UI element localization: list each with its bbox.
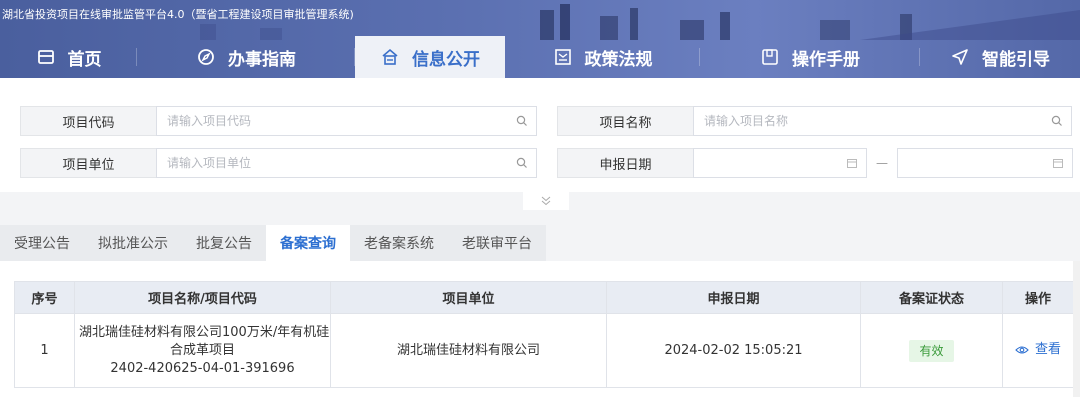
nav-label: 政策法规: [584, 49, 653, 70]
results-table: 序号 项目名称/项目代码 项目单位 申报日期 备案证状态 操作 1 湖北瑞佳硅材…: [14, 281, 1074, 388]
report-date-row: 申报日期 —: [557, 148, 1073, 178]
info-tabs: 受理公告 拟批准公示 批复公告 备案查询 老备案系统 老联审平台: [0, 225, 546, 261]
table-header-row: 序号 项目名称/项目代码 项目单位 申报日期 备案证状态 操作: [14, 281, 1074, 314]
project-name-field[interactable]: [693, 106, 1072, 136]
date-start-input[interactable]: [694, 149, 866, 177]
results-area: 序号 项目名称/项目代码 项目单位 申报日期 备案证状态 操作 1 湖北瑞佳硅材…: [0, 261, 1080, 397]
project-code: 2402-420625-04-01-391696: [110, 360, 295, 376]
col-project-name: 项目名称/项目代码: [74, 281, 331, 314]
view-label: 查看: [1034, 341, 1061, 357]
report-date-label: 申报日期: [557, 148, 693, 178]
tab-filing-query[interactable]: 备案查询: [266, 225, 350, 261]
project-unit-field[interactable]: [156, 148, 537, 178]
row-index: 1: [14, 313, 75, 388]
status-badge: 有效: [909, 339, 954, 362]
nav-policy[interactable]: 政策法规: [505, 36, 700, 78]
search-icon[interactable]: [1051, 115, 1063, 127]
nav-manual[interactable]: 操作手册: [700, 36, 920, 78]
project-code-label: 项目代码: [20, 106, 156, 136]
header-banner: 湖北省投资项目在线审批监管平台4.0（暨省工程建设项目审批管理系统) 首页 办事…: [0, 0, 1080, 78]
tab-old-filing-system[interactable]: 老备案系统: [350, 225, 448, 261]
col-filing-status: 备案证状态: [860, 281, 1003, 314]
expand-toggle[interactable]: [523, 192, 569, 210]
project-name-row: 项目名称: [557, 106, 1072, 136]
tab-old-joint-review[interactable]: 老联审平台: [448, 225, 546, 261]
eye-icon: [1015, 345, 1029, 354]
nav-label: 操作手册: [792, 49, 860, 70]
nav-label: 首页: [67, 49, 102, 70]
row-report-date: 2024-02-02 15:05:21: [606, 313, 861, 388]
tab-acceptance-notice[interactable]: 受理公告: [0, 225, 84, 261]
book-icon: [760, 47, 780, 67]
project-code-field[interactable]: [156, 106, 537, 136]
home-icon: [380, 47, 400, 67]
project-unit-label: 项目单位: [20, 148, 156, 178]
col-index: 序号: [14, 281, 75, 314]
nav-label: 智能引导: [982, 49, 1050, 70]
project-code-row: 项目代码: [20, 106, 537, 136]
send-icon: [950, 47, 970, 67]
project-unit-row: 项目单位: [20, 148, 537, 178]
tab-proposed-approval[interactable]: 拟批准公示: [84, 225, 182, 261]
vertical-scrollbar[interactable]: [1073, 261, 1080, 397]
search-panel: 项目代码 项目名称 项目单位 申报日期 —: [0, 78, 1080, 192]
project-name-line1: 湖北瑞佳硅材料有限公司100万米/年有机硅: [79, 324, 330, 340]
tab-approval-notice[interactable]: 批复公告: [182, 225, 266, 261]
project-name-input[interactable]: [694, 107, 1071, 135]
search-icon[interactable]: [516, 157, 528, 169]
compass-icon: [196, 47, 216, 67]
col-report-date: 申报日期: [606, 281, 861, 314]
row-project-unit: 湖北瑞佳硅材料有限公司: [330, 313, 607, 388]
view-link[interactable]: 查看: [1015, 341, 1061, 359]
calendar-icon[interactable]: [846, 157, 858, 169]
nav-home[interactable]: 首页: [0, 36, 137, 78]
date-range-separator: —: [876, 156, 888, 170]
date-end-input[interactable]: [898, 149, 1072, 177]
nav-label: 办事指南: [228, 49, 296, 70]
nav-guide[interactable]: 办事指南: [137, 36, 355, 78]
project-code-input[interactable]: [157, 107, 536, 135]
main-nav: 首页 办事指南 信息公开 政策法规 操作手册 智能引导: [0, 36, 1080, 78]
date-end-field[interactable]: [897, 148, 1073, 178]
nav-label: 信息公开: [412, 49, 480, 70]
site-title: 湖北省投资项目在线审批监管平台4.0（暨省工程建设项目审批管理系统): [2, 8, 354, 21]
search-icon[interactable]: [516, 115, 528, 127]
calendar-icon[interactable]: [1052, 157, 1064, 169]
project-unit-input[interactable]: [157, 149, 536, 177]
row-action: 查看: [1002, 313, 1074, 388]
project-name-line2: 合成革项目: [169, 342, 235, 358]
col-action: 操作: [1002, 281, 1074, 314]
table-row: 1 湖北瑞佳硅材料有限公司100万米/年有机硅 合成革项目 2402-42062…: [14, 313, 1074, 388]
project-name-label: 项目名称: [557, 106, 693, 136]
date-start-field[interactable]: [693, 148, 867, 178]
double-chevron-down-icon: [541, 196, 551, 206]
nav-info-public[interactable]: 信息公开: [355, 36, 505, 78]
col-project-unit: 项目单位: [330, 281, 607, 314]
document-icon: [553, 47, 573, 67]
calendar-icon: [36, 47, 56, 67]
row-status: 有效: [860, 313, 1003, 388]
row-project-name: 湖北瑞佳硅材料有限公司100万米/年有机硅 合成革项目 2402-420625-…: [74, 313, 331, 388]
nav-smart-guide[interactable]: 智能引导: [920, 36, 1080, 78]
